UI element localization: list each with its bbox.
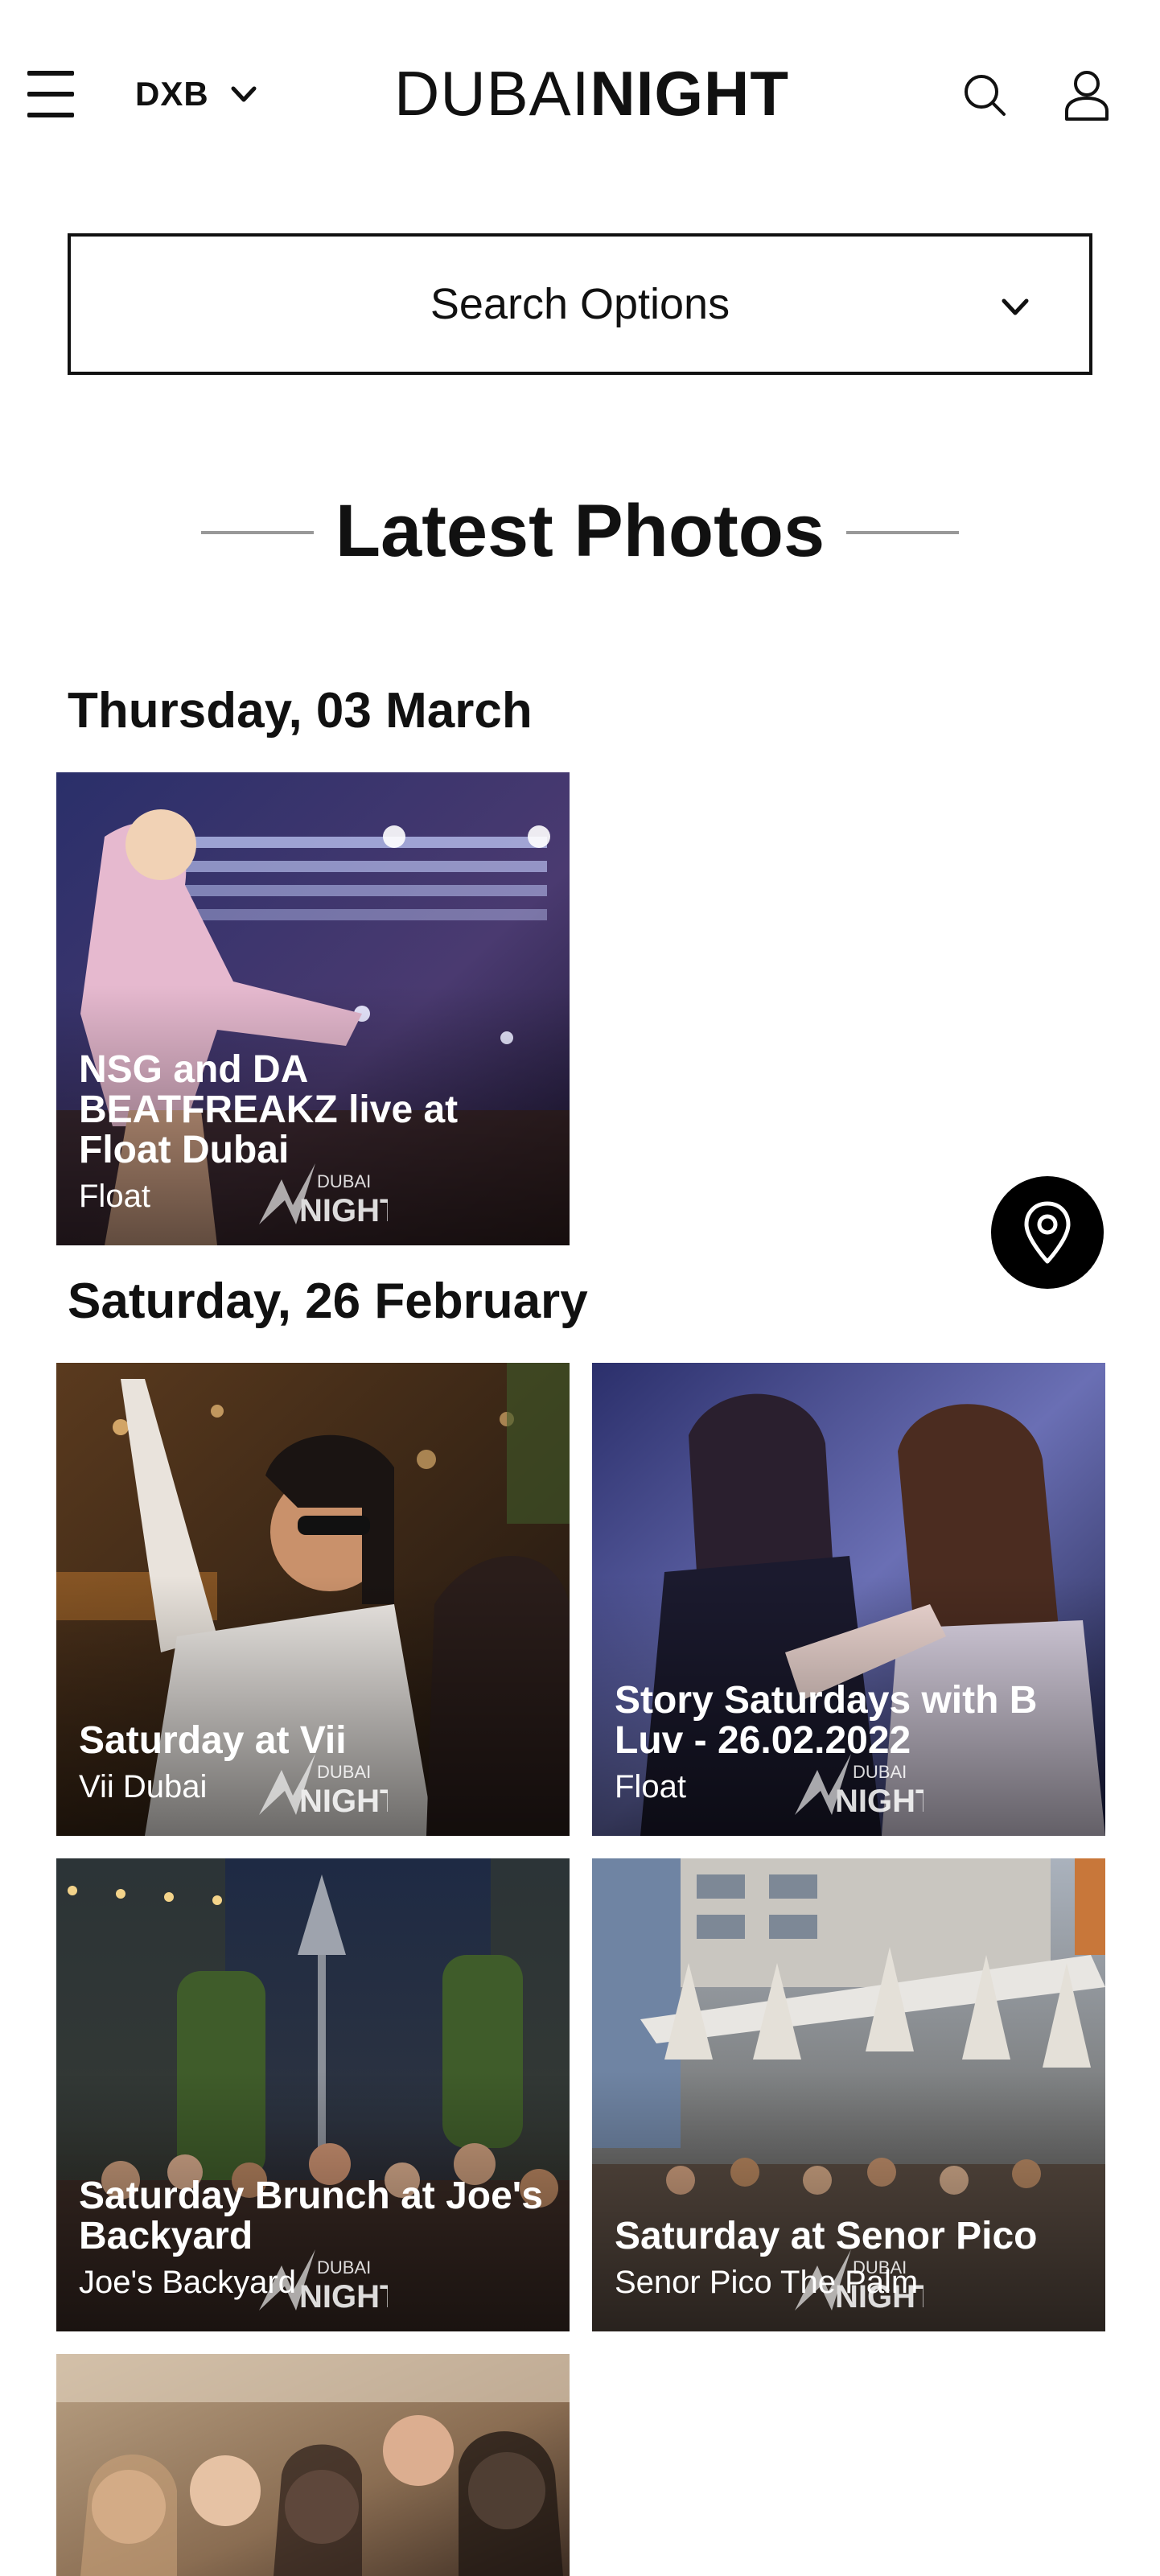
card-title: NSG and DA BEATFREAKZ live at Float Duba… (79, 1048, 459, 1171)
city-selector[interactable]: DXB (135, 71, 257, 117)
chevron-down-icon (231, 86, 257, 102)
card-caption: Saturday at Senor Pico Senor Pico The Pa… (615, 2216, 1086, 2301)
photo-gallery-card[interactable]: DUBAI NIGHT NSG and DA BEATFREAKZ live a… (56, 772, 570, 1245)
user-icon[interactable] (1063, 69, 1110, 121)
site-logo[interactable]: DUBAI NIGHT (394, 61, 789, 126)
city-label: DXB (135, 75, 209, 113)
photo-gallery-card[interactable] (56, 2354, 570, 2576)
card-venue: Senor Pico The Palm (615, 2265, 919, 2300)
card-caption: Story Saturdays with B Luv - 26.02.2022 … (615, 1681, 1086, 1805)
card-caption: NSG and DA BEATFREAKZ live at Float Duba… (79, 1050, 550, 1215)
card-title: Saturday at Vii (79, 1719, 347, 1762)
site-header: DXB DUBAI NIGHT (0, 0, 1160, 190)
search-options-dropdown[interactable]: Search Options (68, 233, 1092, 375)
logo-text-bold: NIGHT (590, 58, 790, 129)
card-venue: Joe's Backyard (79, 2265, 296, 2300)
card-venue: Float (615, 1769, 686, 1804)
photo-gallery-card[interactable]: DUBAI NIGHT Saturday at Vii Vii Dubai (56, 1363, 570, 1836)
logo-text-light: DUBAI (394, 58, 590, 129)
card-title: Saturday at Senor Pico (615, 2215, 1038, 2257)
date-heading: Thursday, 03 March (68, 683, 533, 739)
hamburger-icon[interactable] (27, 71, 74, 117)
title-rule-right (846, 531, 959, 534)
map-button[interactable] (991, 1176, 1104, 1289)
chevron-down-icon (1002, 298, 1029, 315)
card-venue: Vii Dubai (79, 1769, 208, 1804)
card-caption: Saturday at Vii Vii Dubai (79, 1721, 550, 1805)
card-title: Saturday Brunch at Joe's Backyard (79, 2175, 543, 2257)
gallery-photo (56, 2354, 570, 2576)
card-title: Story Saturdays with B Luv - 26.02.2022 (615, 1679, 1038, 1762)
photo-gallery-card[interactable]: DUBAI NIGHT Saturday Brunch at Joe's Bac… (56, 1858, 570, 2331)
photo-gallery-card[interactable]: DUBAI NIGHT Story Saturdays with B Luv -… (592, 1363, 1105, 1836)
date-heading: Saturday, 26 February (68, 1274, 588, 1329)
page-title: Latest Photos (335, 489, 825, 572)
search-options-label: Search Options (430, 280, 730, 328)
card-caption: Saturday Brunch at Joe's Backyard Joe's … (79, 2176, 550, 2301)
title-rule-left (201, 531, 314, 534)
card-venue: Float (79, 1179, 150, 1214)
section-header: Latest Photos (0, 483, 1160, 579)
photo-gallery-card[interactable]: DUBAI NIGHT Saturday at Senor Pico Senor… (592, 1858, 1105, 2331)
search-icon[interactable] (962, 72, 1007, 117)
map-pin-icon (1024, 1201, 1071, 1264)
page: DXB DUBAI NIGHT Search Options Latest Pho… (0, 0, 1160, 2576)
